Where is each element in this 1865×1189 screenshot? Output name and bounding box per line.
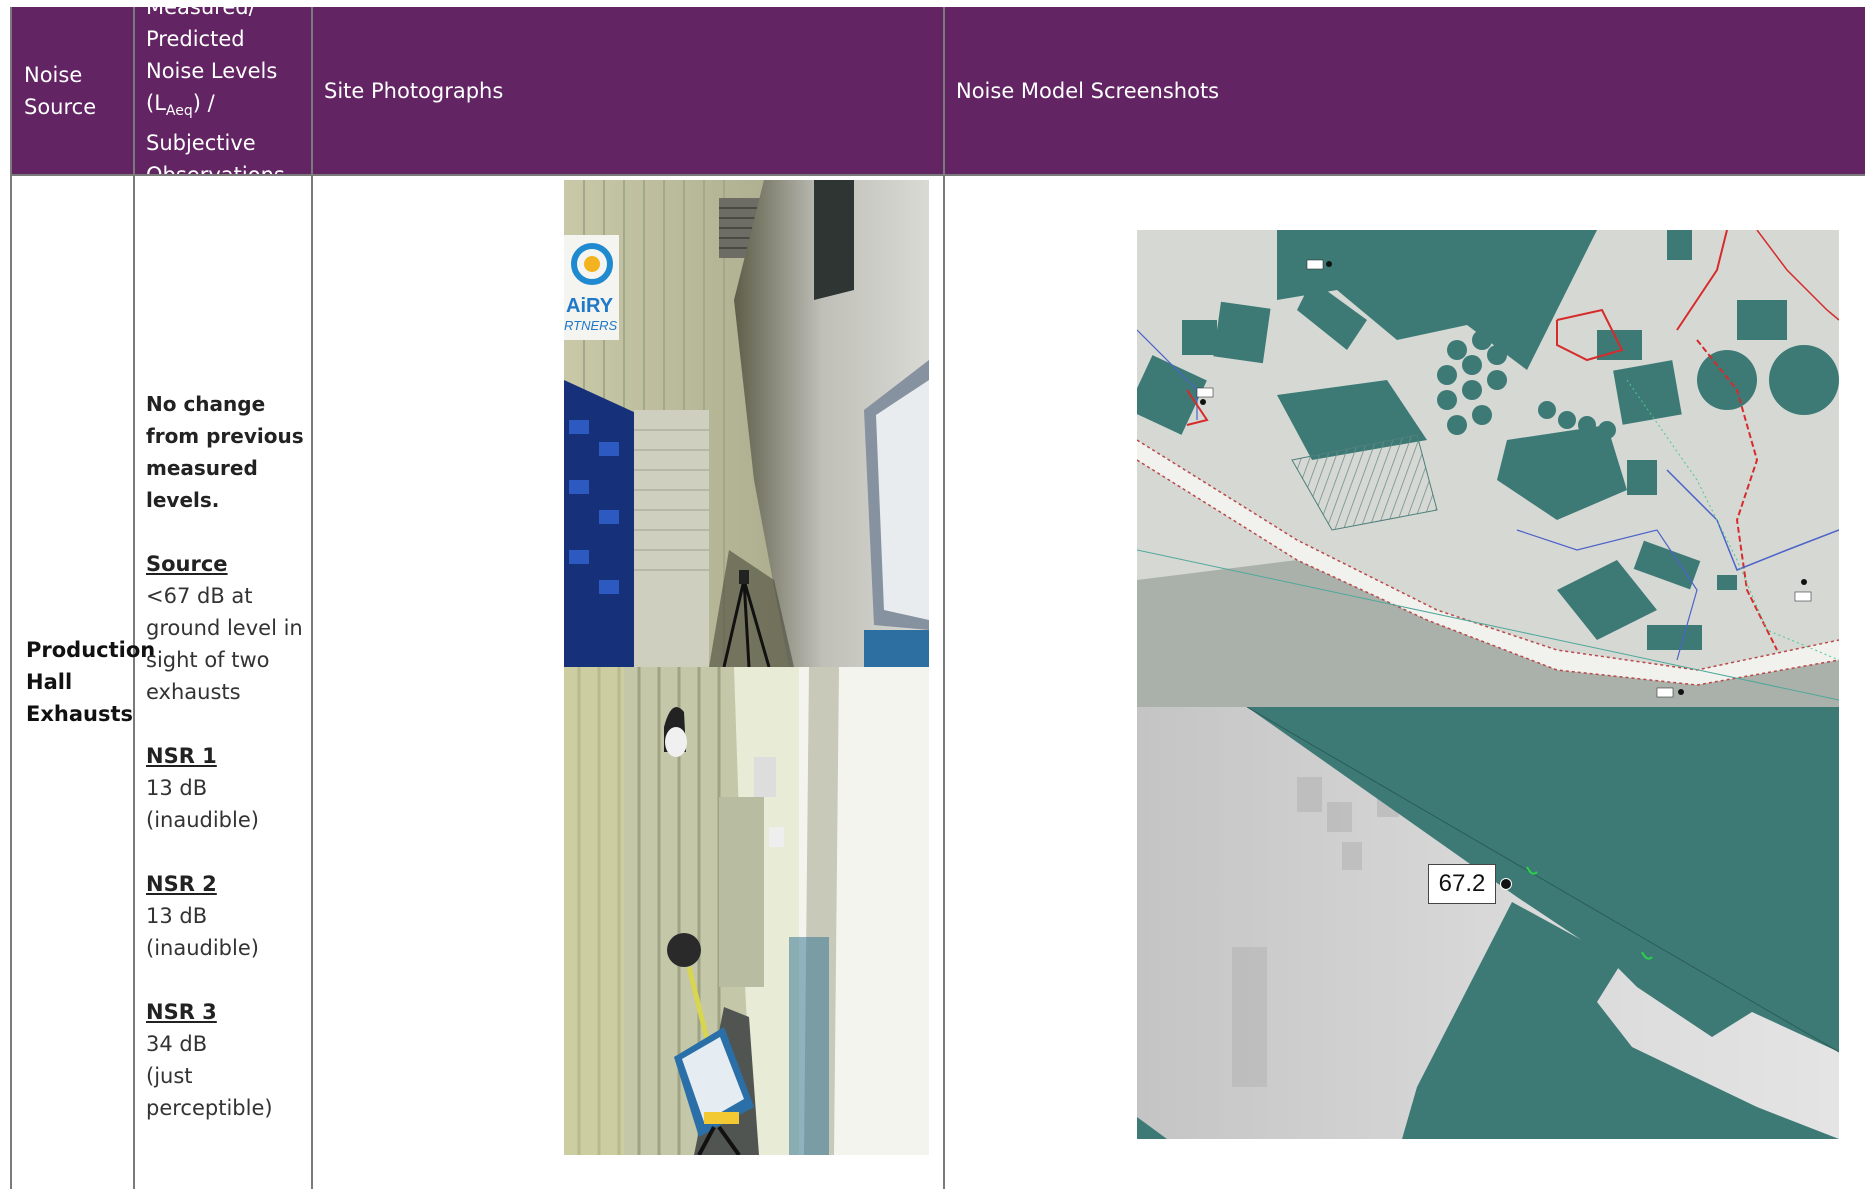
noise-table: Noise Source Measured/ Predicted Noise L… bbox=[10, 0, 1865, 1189]
site-photo-alley-meter bbox=[564, 667, 929, 1155]
header-line: Predicted bbox=[146, 26, 245, 51]
cell-observations: No change from previous measured levels.… bbox=[135, 175, 311, 1189]
svg-text:RTNERS: RTNERS bbox=[564, 318, 618, 333]
header-measured-levels-label: Measured/ Predicted Noise Levels (LAeq) … bbox=[146, 0, 310, 191]
header-noise-model: Noise Model Screenshots bbox=[944, 7, 1865, 175]
observations-lead: No change from previous measured levels. bbox=[146, 392, 304, 512]
nsr3-heading: NSR 3 bbox=[146, 1000, 217, 1024]
site-photo-exterior-wall: AiRY RTNERS bbox=[564, 180, 929, 667]
nsr2-heading: NSR 2 bbox=[146, 872, 217, 896]
noise-model-zoomed-map: 67.2 bbox=[1137, 707, 1839, 1139]
nsr2-value: 13 dB (inaudible) bbox=[146, 904, 259, 960]
header-line: (LAeq) / Subjective bbox=[146, 90, 256, 156]
header-measured-levels: Measured/ Predicted Noise Levels (LAeq) … bbox=[134, 0, 312, 187]
header-site-photographs: Site Photographs bbox=[312, 7, 944, 175]
photo-sign-text: AiRY bbox=[566, 295, 614, 317]
noise-source-name: Production Hall Exhausts bbox=[26, 638, 156, 726]
nsr1-value: 13 dB (inaudible) bbox=[146, 776, 259, 832]
observations-text: No change from previous measured levels.… bbox=[146, 388, 306, 1124]
source-heading: Source bbox=[146, 552, 228, 576]
header-noise-model-label: Noise Model Screenshots bbox=[956, 79, 1220, 103]
nsr1-heading: NSR 1 bbox=[146, 744, 217, 768]
header-noise-source: Noise Source bbox=[10, 7, 134, 175]
header-line: Measured/ bbox=[146, 0, 256, 19]
receiver-point-icon bbox=[1500, 878, 1512, 890]
source-value: <67 dB at ground level in sight of two e… bbox=[146, 584, 303, 704]
noise-level-label: 67.2 bbox=[1428, 864, 1496, 904]
nsr3-value-note: (just perceptible) bbox=[146, 1064, 273, 1120]
col-divider bbox=[943, 7, 945, 1189]
nsr3-value: 34 dB bbox=[146, 1032, 208, 1056]
header-line: Noise Levels bbox=[146, 58, 278, 83]
cell-noise-source: Production Hall Exhausts bbox=[12, 175, 156, 1189]
noise-model-overview-map bbox=[1137, 230, 1839, 707]
header-site-photographs-label: Site Photographs bbox=[324, 79, 504, 103]
col-divider bbox=[311, 7, 313, 1189]
header-noise-source-label: Noise Source bbox=[24, 63, 97, 119]
